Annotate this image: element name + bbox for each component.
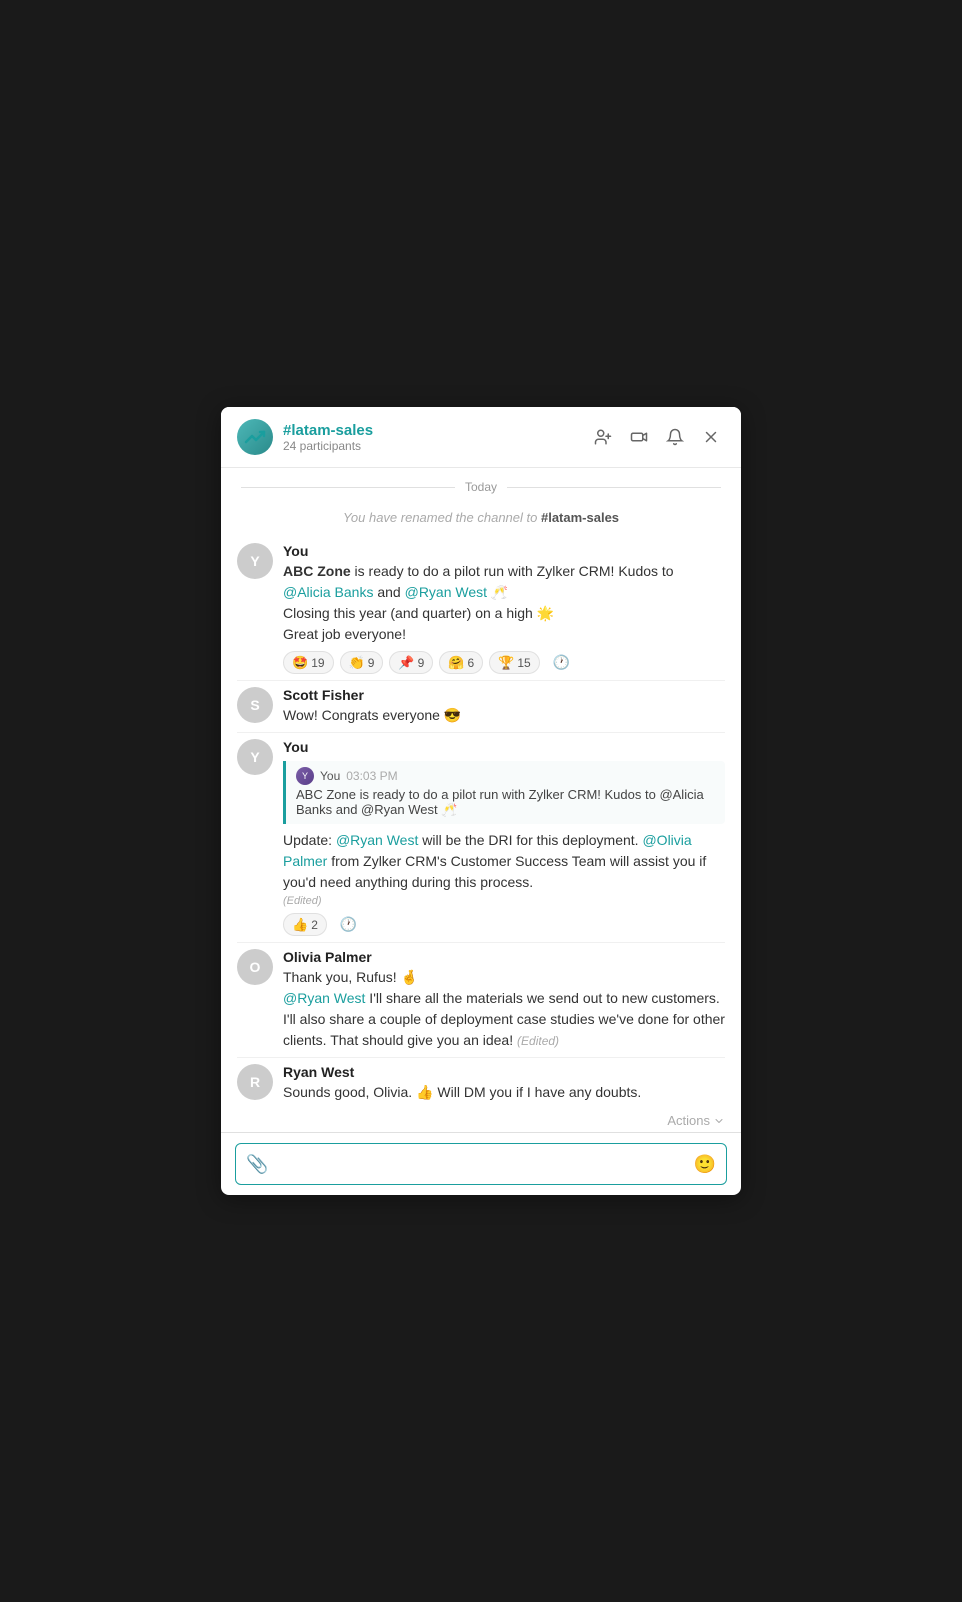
header-actions [589,423,725,451]
sender-ryan: Ryan West [283,1064,725,1080]
emoji-picker-icon[interactable]: 🙂 [694,1154,716,1175]
reaction-1-1[interactable]: 🤩19 [283,651,334,674]
reactions-2: 👍2 🕐 [283,913,725,936]
reaction-1-4[interactable]: 🤗6 [439,651,483,674]
message-body-ryan: Ryan West Sounds good, Olivia. 👍 Will DM… [283,1064,725,1103]
add-person-icon[interactable] [589,423,617,451]
avatar-you-1: Y [237,543,273,579]
sender-you-1: You [283,543,725,559]
message-body-1: You ABC Zone is ready to do a pilot run … [283,543,725,674]
input-area: 📎 🙂 [221,1132,741,1195]
reaction-1-5[interactable]: 🏆15 [489,651,540,674]
divider-line-right [507,487,721,488]
avatar-scott: S [237,687,273,723]
channel-name: #latam-sales [283,422,589,439]
actions-row: Actions [221,1109,741,1132]
mention-alicia[interactable]: @Alicia Banks [283,584,373,600]
chat-header: #latam-sales 24 participants [221,407,741,468]
message-input[interactable] [276,1156,685,1172]
message-olivia: O Olivia Palmer Thank you, Rufus! 🤞 @Rya… [221,943,741,1057]
participant-count: 24 participants [283,439,589,453]
date-divider: Today [221,468,741,506]
quote-sender-name: You [320,769,340,783]
avatar-olivia: O [237,949,273,985]
attach-icon[interactable]: 📎 [246,1154,268,1175]
quote-text: ABC Zone is ready to do a pilot run with… [296,787,715,818]
message-text-scott: Wow! Congrats everyone 😎 [283,705,725,726]
chat-window: #latam-sales 24 participants [221,407,741,1195]
message-scott: S Scott Fisher Wow! Congrats everyone 😎 [221,681,741,732]
sender-olivia: Olivia Palmer [283,949,725,965]
quote-block: Y You 03:03 PM ABC Zone is ready to do a… [283,761,725,824]
mention-ryan-3[interactable]: @Ryan West [283,990,365,1006]
close-icon[interactable] [697,423,725,451]
message-you-1: Y You ABC Zone is ready to do a pilot ru… [221,537,741,680]
message-body-olivia: Olivia Palmer Thank you, Rufus! 🤞 @Ryan … [283,949,725,1051]
message-text-you-2: Update: @Ryan West will be the DRI for t… [283,830,725,893]
divider-line-left [241,487,455,488]
add-reaction-2[interactable]: 🕐 [333,913,364,936]
reaction-2-1[interactable]: 👍2 [283,913,327,936]
avatar-you-2: Y [237,739,273,775]
chevron-down-icon [713,1115,725,1127]
edited-label-1: (Edited) [283,895,725,907]
mention-ryan-1[interactable]: @Ryan West [405,584,487,600]
message-ryan: R Ryan West Sounds good, Olivia. 👍 Will … [221,1058,741,1109]
bold-text: ABC Zone [283,563,351,579]
message-body-you-2: You Y You 03:03 PM ABC Zone is ready to … [283,739,725,936]
channel-ref: #latam-sales [541,510,619,525]
quote-time: 03:03 PM [346,769,397,783]
channel-avatar [237,419,273,455]
date-label: Today [465,480,497,494]
message-input-box: 📎 🙂 [235,1143,727,1185]
quote-sender: Y You 03:03 PM [296,767,715,785]
video-icon[interactable] [625,423,653,451]
quote-avatar: Y [296,767,314,785]
mention-ryan-2[interactable]: @Ryan West [336,832,418,848]
sender-scott: Scott Fisher [283,687,725,703]
channel-info: #latam-sales 24 participants [283,422,589,453]
avatar-ryan: R [237,1064,273,1100]
edited-inline-olivia: (Edited) [517,1034,559,1048]
actions-button[interactable]: Actions [667,1113,725,1128]
quote-bold: ABC Zone [296,787,356,802]
reaction-1-3[interactable]: 📌9 [389,651,433,674]
message-you-2: Y You Y You 03:03 PM ABC Zone is ready t… [221,733,741,942]
sender-you-2: You [283,739,725,755]
bell-icon[interactable] [661,423,689,451]
message-text-ryan: Sounds good, Olivia. 👍 Will DM you if I … [283,1082,725,1103]
add-reaction-1[interactable]: 🕐 [546,651,577,674]
system-message: You have renamed the channel to #latam-s… [221,506,741,537]
message-text-olivia: Thank you, Rufus! 🤞 @Ryan West I'll shar… [283,967,725,1051]
message-text-1: ABC Zone is ready to do a pilot run with… [283,561,725,645]
reaction-1-2[interactable]: 👏9 [340,651,384,674]
actions-label: Actions [667,1113,710,1128]
reactions-1: 🤩19 👏9 📌9 🤗6 🏆15 🕐 [283,651,725,674]
message-body-scott: Scott Fisher Wow! Congrats everyone 😎 [283,687,725,726]
